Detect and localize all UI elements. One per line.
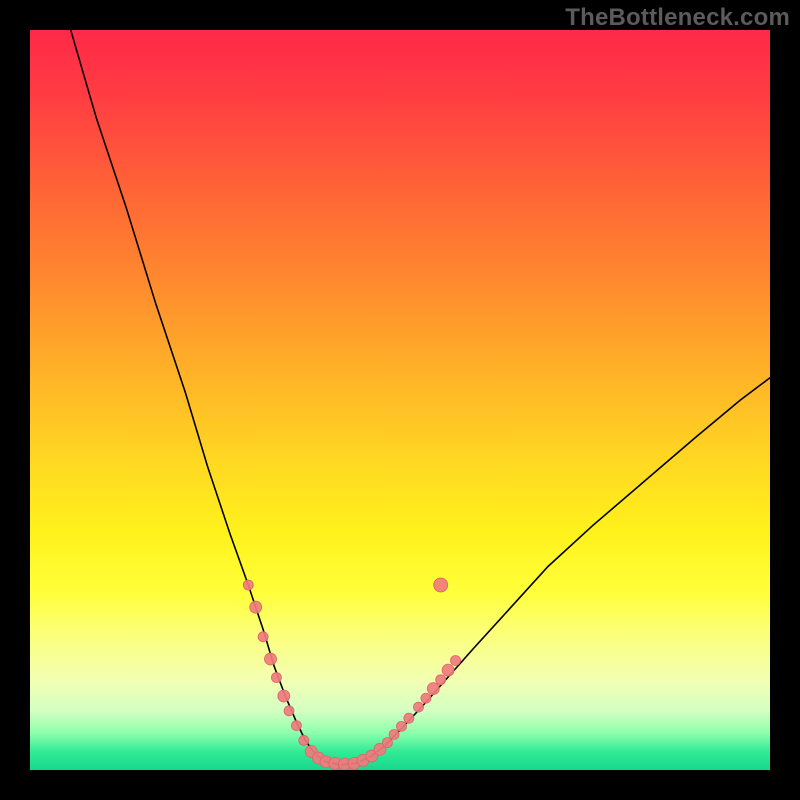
scatter-point: [265, 653, 277, 665]
scatter-point: [434, 578, 448, 592]
scatter-point: [421, 693, 431, 703]
scatter-point: [404, 713, 414, 723]
scatter-point: [451, 655, 461, 665]
plot-area: [30, 30, 770, 770]
scatter-point: [271, 673, 281, 683]
scatter-point: [291, 721, 301, 731]
scatter-point: [243, 580, 253, 590]
scatter-point: [348, 757, 360, 769]
scatter-point: [382, 738, 392, 748]
scatter-point: [427, 683, 439, 695]
scatter-point: [396, 721, 406, 731]
scatter-point: [250, 601, 262, 613]
scatter-point: [339, 758, 351, 770]
watermark-text: TheBottleneck.com: [565, 4, 790, 32]
chart-frame: TheBottleneck.com: [0, 0, 800, 800]
scatter-point: [278, 690, 290, 702]
scatter-point: [313, 752, 325, 764]
scatter-point: [258, 632, 268, 642]
scatter-point: [357, 754, 369, 766]
scatter-point: [414, 702, 424, 712]
scatter-point: [374, 743, 386, 755]
scatter-point: [436, 675, 446, 685]
curve-svg: [30, 30, 770, 770]
scatter-point: [389, 729, 399, 739]
scatter-point: [320, 756, 332, 768]
bottleneck-curve: [71, 30, 770, 765]
scatter-point: [442, 664, 454, 676]
scatter-point: [305, 746, 317, 758]
scatter-point: [366, 750, 378, 762]
scatter-markers: [243, 578, 460, 770]
scatter-point: [284, 706, 294, 716]
scatter-point: [329, 757, 341, 769]
scatter-point: [299, 735, 309, 745]
